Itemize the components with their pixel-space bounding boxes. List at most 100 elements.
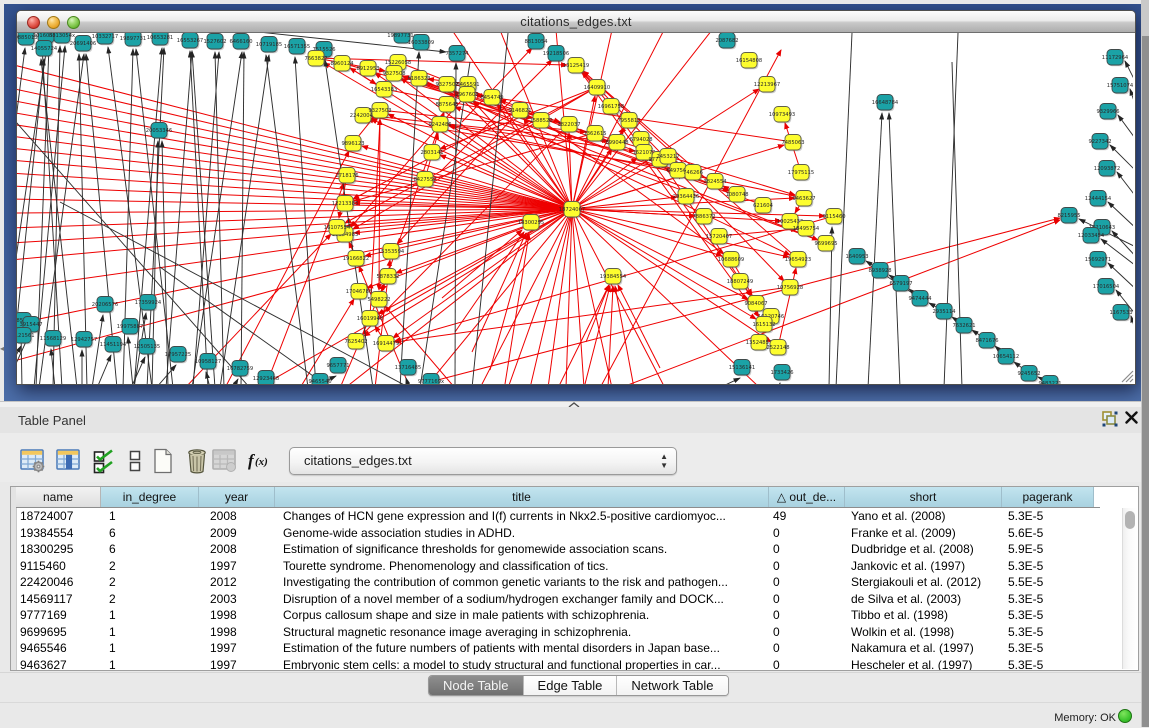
graph-node[interactable]: 12213967	[754, 77, 780, 94]
column-header-pagerank[interactable]: pagerank	[1002, 487, 1094, 507]
graph-node[interactable]: 19218506	[543, 46, 569, 63]
graph-node[interactable]: 9327508	[382, 66, 405, 83]
table-row[interactable]: 946554611997Estimation of the future num…	[16, 640, 1120, 657]
tab-edge-table[interactable]: Edge Table	[524, 676, 618, 695]
table-row[interactable]: 1456911722003Disruption of a novel membe…	[16, 591, 1120, 608]
graph-node[interactable]: 15720407	[706, 229, 732, 246]
graph-node[interactable]: 9227342	[1088, 134, 1111, 151]
graph-node[interactable]: 16648784	[872, 95, 899, 112]
graph-node[interactable]: 16553267	[177, 33, 203, 49]
graph-node[interactable]: 9329966	[1096, 104, 1119, 121]
graph-node[interactable]: 1527602	[203, 34, 226, 51]
graph-node[interactable]: 8960124	[330, 56, 354, 73]
graph-node[interactable]: 2087682	[715, 33, 738, 49]
graph-node[interactable]: 7632621	[952, 318, 975, 335]
graph-node[interactable]: 9474444	[908, 291, 932, 308]
column-header-title[interactable]: title	[275, 487, 769, 507]
graph-node[interactable]: 9146821	[508, 103, 531, 120]
graph-node[interactable]: 621604	[753, 198, 774, 215]
column-header-year[interactable]: year	[199, 487, 275, 507]
graph-node[interactable]: 7357274	[445, 46, 469, 63]
delete-column-icon[interactable]	[184, 448, 214, 480]
graph-node[interactable]: 10653281	[147, 33, 173, 46]
graph-node[interactable]: 16571355	[284, 39, 310, 56]
show-table-settings-icon[interactable]	[20, 448, 50, 480]
graph-node[interactable]: 18807249	[727, 274, 753, 291]
network-graph-canvas[interactable]: 988501320160524140557248813054x206914061…	[17, 33, 1133, 384]
graph-node[interactable]: 1640953	[845, 249, 868, 266]
graph-node[interactable]: 1615132	[752, 317, 775, 334]
graph-node[interactable]: 8471676	[975, 333, 998, 350]
graph-node[interactable]: 1733426	[770, 365, 793, 382]
tab-network-table[interactable]: Network Table	[617, 676, 727, 695]
column-header-name[interactable]: name	[16, 487, 101, 507]
graph-node[interactable]: 8875645	[435, 97, 458, 114]
graph-node[interactable]: 12093872	[1094, 161, 1120, 178]
graph-node[interactable]: 7663822	[304, 51, 327, 68]
graph-node[interactable]: 9896123	[341, 136, 364, 153]
graph-node[interactable]: 11451194	[100, 337, 127, 354]
tab-node-table[interactable]: Node Table	[429, 676, 524, 695]
graph-node[interactable]: 7886372	[692, 209, 715, 226]
show-column-icon[interactable]	[56, 448, 86, 480]
select-all-columns-icon[interactable]	[92, 448, 122, 480]
graph-node[interactable]: 20053346	[146, 123, 172, 140]
float-panel-icon[interactable]	[1102, 411, 1118, 427]
graph-node[interactable]: 8938928	[868, 263, 891, 280]
table-row[interactable]: 1872400712008Changes of HCN gene express…	[16, 508, 1120, 525]
graph-node[interactable]: 16782759	[227, 361, 253, 378]
graph-node[interactable]: 9657771	[326, 358, 349, 375]
close-panel-icon[interactable]	[1125, 411, 1138, 424]
column-header-in_degree[interactable]: in_degree	[101, 487, 199, 507]
graph-node[interactable]: 15751074	[1107, 78, 1133, 95]
graph-node[interactable]: 15692971	[1085, 252, 1111, 269]
table-row[interactable]: 2242004622012Investigating the contribut…	[16, 574, 1120, 591]
graph-node[interactable]: 19897731	[120, 33, 146, 47]
table-row[interactable]: 977716911998Corpus callosum shape and si…	[16, 607, 1120, 624]
table-row[interactable]: 1830029562008Estimation of significance …	[16, 541, 1120, 558]
graph-node[interactable]: 9242486	[428, 117, 451, 134]
graph-node[interactable]: 2967608	[455, 87, 478, 104]
graph-node[interactable]: 8813054	[524, 34, 548, 51]
graph-node[interactable]: 9115460	[822, 209, 845, 226]
row-height-icon[interactable]	[122, 448, 152, 480]
graph-node[interactable]: 12923468	[253, 371, 279, 385]
graph-node[interactable]: 9483221	[1038, 376, 1061, 385]
scrollbar-thumb[interactable]	[1125, 511, 1135, 529]
graph-node[interactable]: 7485063	[781, 135, 804, 152]
graph-node[interactable]: 9699695	[814, 236, 837, 253]
graph-node[interactable]: 1167533	[1109, 305, 1132, 322]
graph-node[interactable]: 13125419	[563, 58, 589, 75]
window-resize-grip[interactable]	[1120, 369, 1134, 383]
graph-node[interactable]: 746266	[683, 165, 703, 182]
graph-node[interactable]: 17016504	[1093, 279, 1120, 296]
column-header-out_degree[interactable]: △ out_de...	[769, 487, 845, 507]
graph-node[interactable]: 16154808	[736, 53, 762, 70]
graph-node[interactable]: 6579197	[889, 276, 912, 293]
network-view-window[interactable]: citations_edges.txt 98850132016052414055…	[16, 10, 1136, 385]
graph-node[interactable]: 11568129	[40, 331, 66, 348]
graph-node[interactable]: 3822037	[557, 117, 580, 134]
graph-node[interactable]: 10958127	[195, 354, 221, 371]
function-builder-icon[interactable]: f (x)	[246, 448, 276, 480]
graph-node[interactable]: 11172964	[1102, 50, 1129, 67]
network-window-titlebar[interactable]: citations_edges.txt	[17, 11, 1135, 33]
table-row[interactable]: 969969511998Structural magnetic resonanc…	[16, 624, 1120, 641]
graph-node[interactable]: 2718176	[335, 168, 358, 185]
delete-table-icon[interactable]	[212, 448, 242, 480]
table-vertical-scrollbar[interactable]	[1122, 508, 1138, 669]
graph-node[interactable]: 10973493	[769, 107, 795, 124]
graph-node[interactable]: 6466160	[229, 34, 252, 51]
table-row[interactable]: 911546021997Tourette syndrome. Phenomeno…	[16, 558, 1120, 575]
column-header-short[interactable]: short	[845, 487, 1002, 507]
graph-node[interactable]: 17975115	[788, 165, 814, 182]
graph-node[interactable]: 7625402	[344, 334, 367, 351]
graph-node[interactable]: 9463627	[792, 191, 815, 208]
graph-node[interactable]: 8186323	[407, 71, 430, 88]
graph-node[interactable]: 2522148	[766, 340, 789, 357]
graph-node[interactable]: 16914479	[373, 336, 399, 353]
graph-node[interactable]: 12942757	[71, 332, 97, 349]
graph-node[interactable]: 12444154	[1085, 191, 1112, 208]
graph-node[interactable]: 20206576	[92, 297, 118, 314]
graph-node[interactable]: 10719185	[256, 37, 282, 54]
